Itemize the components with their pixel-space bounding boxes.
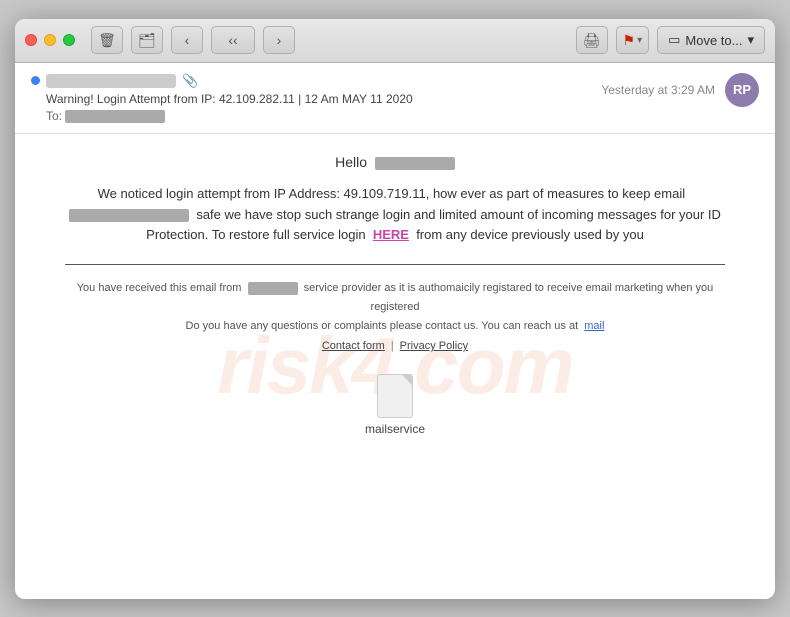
footer-text-2: service provider as it is authomaicily r… [304, 282, 714, 313]
maximize-button[interactable] [63, 34, 75, 46]
archive-icon: 🗂 [138, 32, 156, 49]
moveto-label: Move to... [685, 33, 742, 48]
email-body: risk4.com Hello We noticed login attempt… [15, 134, 775, 599]
email-to-row: To: [46, 109, 601, 123]
moveto-chevron-icon: ▾ [747, 32, 754, 48]
toolbar-right: 🖨 ⚑ ▾ ▭ Move to... ▾ [576, 26, 766, 54]
back-back-button[interactable]: ‹‹ [211, 26, 255, 54]
unread-dot [31, 76, 40, 85]
body-text-3: from any device previously used by you [416, 227, 644, 242]
greeting-name [375, 157, 455, 170]
mail-link[interactable]: mail [584, 320, 604, 332]
attachment-block: mailservice [65, 374, 725, 436]
titlebar: 🗑 🗂 ‹ ‹‹ › 🖨 ⚑ ▾ ▭ [15, 19, 775, 63]
email-window: 🗑 🗂 ‹ ‹‹ › 🖨 ⚑ ▾ ▭ [15, 19, 775, 599]
privacy-policy-link[interactable]: Privacy Policy [400, 337, 468, 356]
print-icon: 🖨 [583, 32, 601, 49]
email-meta-row: 📎 Warning! Login Attempt from IP: 42.109… [31, 73, 759, 123]
file-icon[interactable] [377, 374, 413, 418]
footer-text-3: Do you have any questions or complaints … [186, 320, 579, 332]
avatar: RP [725, 73, 759, 107]
delete-button[interactable]: 🗑 [91, 26, 123, 54]
footer-pipe: | [391, 337, 394, 356]
forward-icon: › [277, 32, 282, 48]
contact-form-link[interactable]: Contact form [322, 337, 385, 356]
delete-icon: 🗑 [98, 32, 116, 49]
greeting-word: Hello [335, 154, 367, 170]
footer-text-1: You have received this email from [77, 282, 242, 294]
footer-redacted [248, 282, 298, 295]
email-subject: Warning! Login Attempt from IP: 42.109.2… [46, 92, 601, 106]
content-divider [65, 264, 725, 265]
close-button[interactable] [25, 34, 37, 46]
archive-button[interactable]: 🗂 [131, 26, 163, 54]
back-icon: ‹ [185, 32, 190, 48]
email-timestamp: Yesterday at 3:29 AM [601, 83, 715, 97]
here-link[interactable]: HERE [373, 227, 409, 242]
print-button[interactable]: 🖨 [576, 26, 608, 54]
body-text-1: We noticed login attempt from IP Address… [98, 186, 686, 201]
to-address [65, 110, 165, 123]
flag-chevron-icon: ▾ [637, 35, 642, 46]
footer-line-1: You have received this email from servic… [65, 279, 725, 316]
forward-button[interactable]: › [263, 26, 295, 54]
email-redacted [69, 209, 189, 222]
traffic-lights [25, 34, 75, 46]
email-header: 📎 Warning! Login Attempt from IP: 42.109… [15, 63, 775, 134]
to-label: To: [46, 109, 62, 123]
flag-icon: ⚑ [623, 32, 636, 49]
email-subject-line: 📎 [31, 73, 601, 89]
footer-links: Contact form | Privacy Policy [65, 337, 725, 356]
moveto-box-icon: ▭ [668, 32, 680, 48]
footer-block: You have received this email from servic… [65, 279, 725, 356]
email-content-inner: Hello We noticed login attempt from IP A… [65, 154, 725, 436]
attachment-name: mailservice [365, 422, 425, 436]
footer-line-2: Do you have any questions or complaints … [65, 317, 725, 336]
meta-right: Yesterday at 3:29 AM RP [601, 73, 759, 107]
email-content: Hello We noticed login attempt from IP A… [15, 134, 775, 456]
email-greeting: Hello [65, 154, 725, 170]
back-button[interactable]: ‹ [171, 26, 203, 54]
toolbar-left: 🗑 🗂 ‹ ‹‹ › [91, 26, 295, 54]
body-paragraph-1: We noticed login attempt from IP Address… [65, 184, 725, 246]
flag-button[interactable]: ⚑ ▾ [616, 26, 650, 54]
email-sender-block: 📎 Warning! Login Attempt from IP: 42.109… [31, 73, 601, 123]
attachment-icon: 📎 [182, 73, 198, 89]
moveto-button[interactable]: ▭ Move to... ▾ [657, 26, 765, 54]
sender-name [46, 74, 176, 88]
back-back-icon: ‹‹ [228, 32, 237, 48]
minimize-button[interactable] [44, 34, 56, 46]
